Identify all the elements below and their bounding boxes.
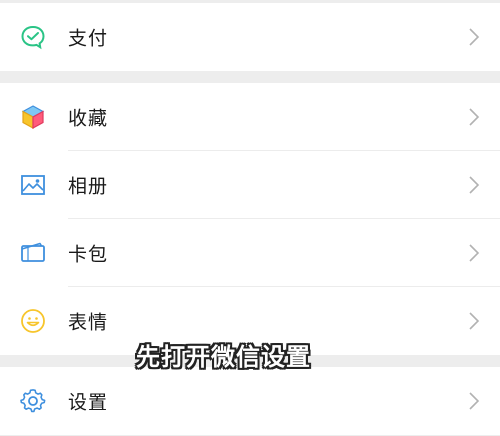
chevron-right-icon xyxy=(469,244,480,262)
gear-icon xyxy=(20,388,46,414)
menu-item-pay[interactable]: 支付 xyxy=(0,3,500,71)
menu-item-cards-label: 卡包 xyxy=(68,243,109,266)
menu-item-stickers-label: 表情 xyxy=(68,311,109,334)
chevron-right-icon xyxy=(469,312,480,330)
album-image-icon xyxy=(20,172,46,198)
settings-group: 设置 xyxy=(0,367,500,435)
menu-item-cards[interactable]: 卡包 xyxy=(0,219,500,287)
menu-item-favorites-label: 收藏 xyxy=(68,107,109,130)
favorites-cube-icon xyxy=(20,104,46,130)
chevron-right-icon xyxy=(469,28,480,46)
menu-item-album-label: 相册 xyxy=(68,175,109,198)
card-wallet-icon xyxy=(20,240,46,266)
menu-item-settings[interactable]: 设置 xyxy=(0,367,500,435)
menu-item-pay-label: 支付 xyxy=(68,27,109,50)
pay-icon xyxy=(20,24,46,50)
video-subtitle: 先打开微信设置 xyxy=(136,343,311,371)
menu-item-settings-label: 设置 xyxy=(68,391,109,414)
chevron-right-icon xyxy=(469,176,480,194)
section-gap xyxy=(0,71,500,83)
pay-group: 支付 xyxy=(0,3,500,71)
chevron-right-icon xyxy=(469,392,480,410)
smiley-face-icon xyxy=(20,308,46,334)
chevron-right-icon xyxy=(469,108,480,126)
menu-item-favorites[interactable]: 收藏 xyxy=(0,83,500,151)
menu-item-album[interactable]: 相册 xyxy=(0,151,500,219)
main-group: 收藏 相册 卡包 表情 xyxy=(0,83,500,355)
